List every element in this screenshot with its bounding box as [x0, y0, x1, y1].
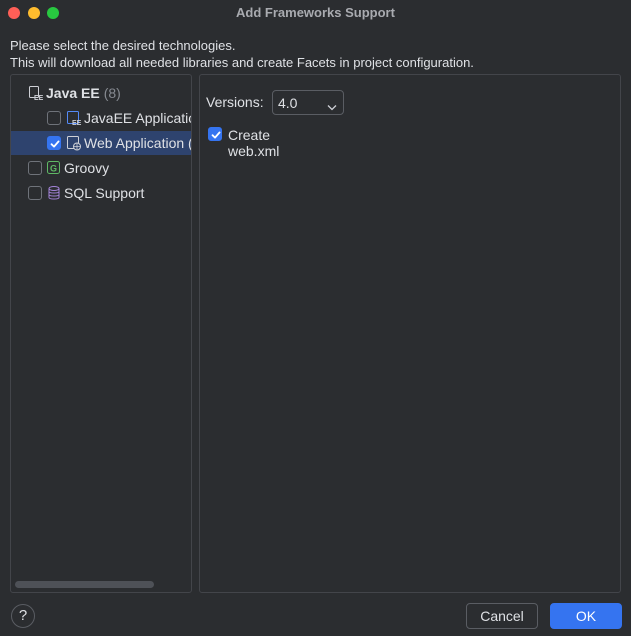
groovy-icon: G	[46, 160, 62, 176]
tree-item-web-application[interactable]: Web Application (	[11, 131, 191, 155]
versions-select[interactable]: 4.0	[272, 90, 344, 115]
framework-settings-panel: Versions: 4.0 Create web.xml	[199, 74, 621, 593]
svg-text:EE: EE	[72, 120, 82, 126]
web-application-icon	[66, 135, 82, 151]
create-web-xml-label: Create web.xml	[228, 127, 280, 159]
help-button[interactable]: ?	[11, 604, 35, 628]
tree-item-label: Java EE (8)	[46, 85, 121, 101]
description-line-1: Please select the desired technologies.	[10, 38, 236, 53]
tree-item-java-ee[interactable]: EE Java EE (8)	[11, 81, 191, 105]
cancel-button[interactable]: Cancel	[466, 603, 538, 629]
item-count: (8)	[103, 85, 121, 101]
sql-support-checkbox[interactable]	[28, 186, 42, 200]
tree-item-javaee-application[interactable]: EE JavaEE Applicatio	[11, 106, 191, 130]
ok-button[interactable]: OK	[550, 603, 622, 629]
chevron-down-icon	[327, 99, 337, 114]
create-web-xml-checkbox[interactable]	[208, 127, 222, 141]
tree-item-sql-support[interactable]: SQL Support	[11, 181, 191, 205]
tree-item-label: Groovy	[64, 160, 110, 176]
technologies-tree[interactable]: EE Java EE (8) EE JavaEE Applicatio Web A…	[10, 74, 192, 593]
svg-text:EE: EE	[34, 95, 44, 101]
tree-item-label: Web Application (	[84, 135, 192, 151]
javaee-application-checkbox[interactable]	[47, 111, 61, 125]
horizontal-scrollbar[interactable]	[15, 581, 154, 588]
title-bar: Add Frameworks Support	[0, 0, 631, 27]
database-icon	[46, 185, 62, 201]
tree-item-label: JavaEE Applicatio	[84, 110, 192, 126]
web-application-checkbox[interactable]	[47, 136, 61, 150]
svg-text:G: G	[50, 164, 57, 174]
javaee-application-icon: EE	[66, 110, 82, 127]
versions-value: 4.0	[278, 95, 298, 111]
tree-item-groovy[interactable]: G Groovy	[11, 156, 191, 180]
versions-label: Versions:	[206, 94, 264, 110]
tree-item-label: SQL Support	[64, 185, 145, 201]
description-line-2: This will download all needed libraries …	[10, 55, 474, 70]
description: Please select the desired technologies. …	[10, 37, 474, 71]
window-title: Add Frameworks Support	[236, 5, 395, 20]
groovy-checkbox[interactable]	[28, 161, 42, 175]
java-ee-icon: EE	[28, 85, 44, 102]
